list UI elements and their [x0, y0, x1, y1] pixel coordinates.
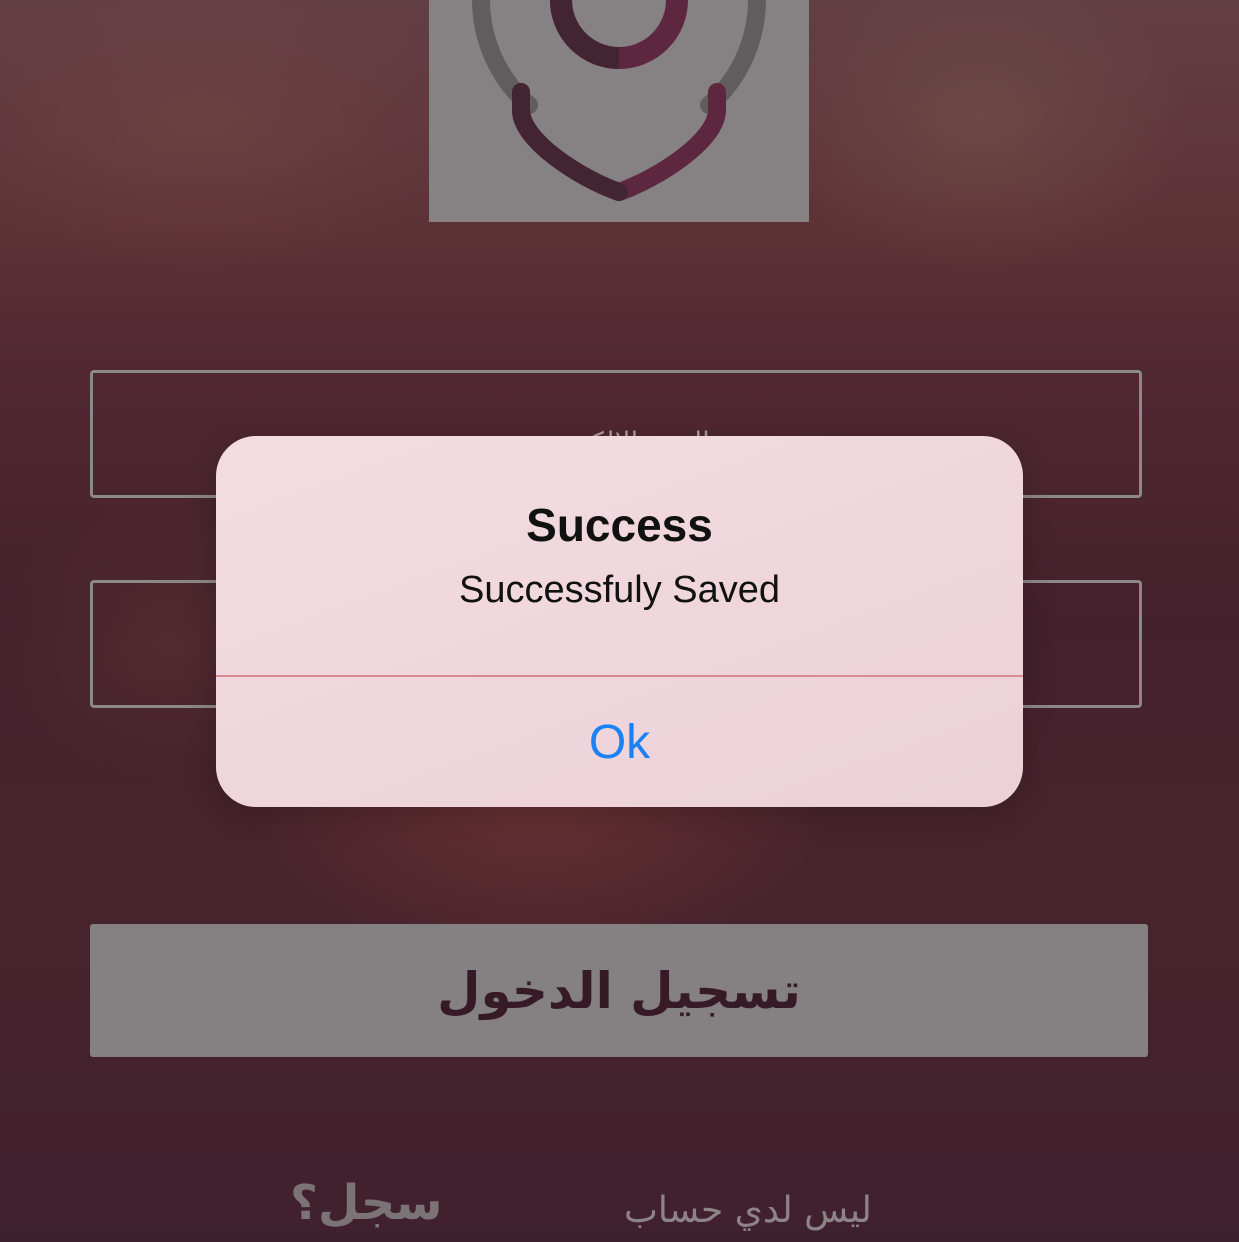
alert-message: Successfuly Saved: [458, 569, 781, 611]
ok-button[interactable]: Ok: [216, 677, 1023, 807]
alert-title: Success: [526, 499, 713, 551]
login-screen: تسجيل الدخول سجل؟ ليس لدي حساب Success S…: [0, 0, 1239, 1242]
success-alert-dialog: Success Successfuly Saved Ok: [216, 436, 1023, 807]
